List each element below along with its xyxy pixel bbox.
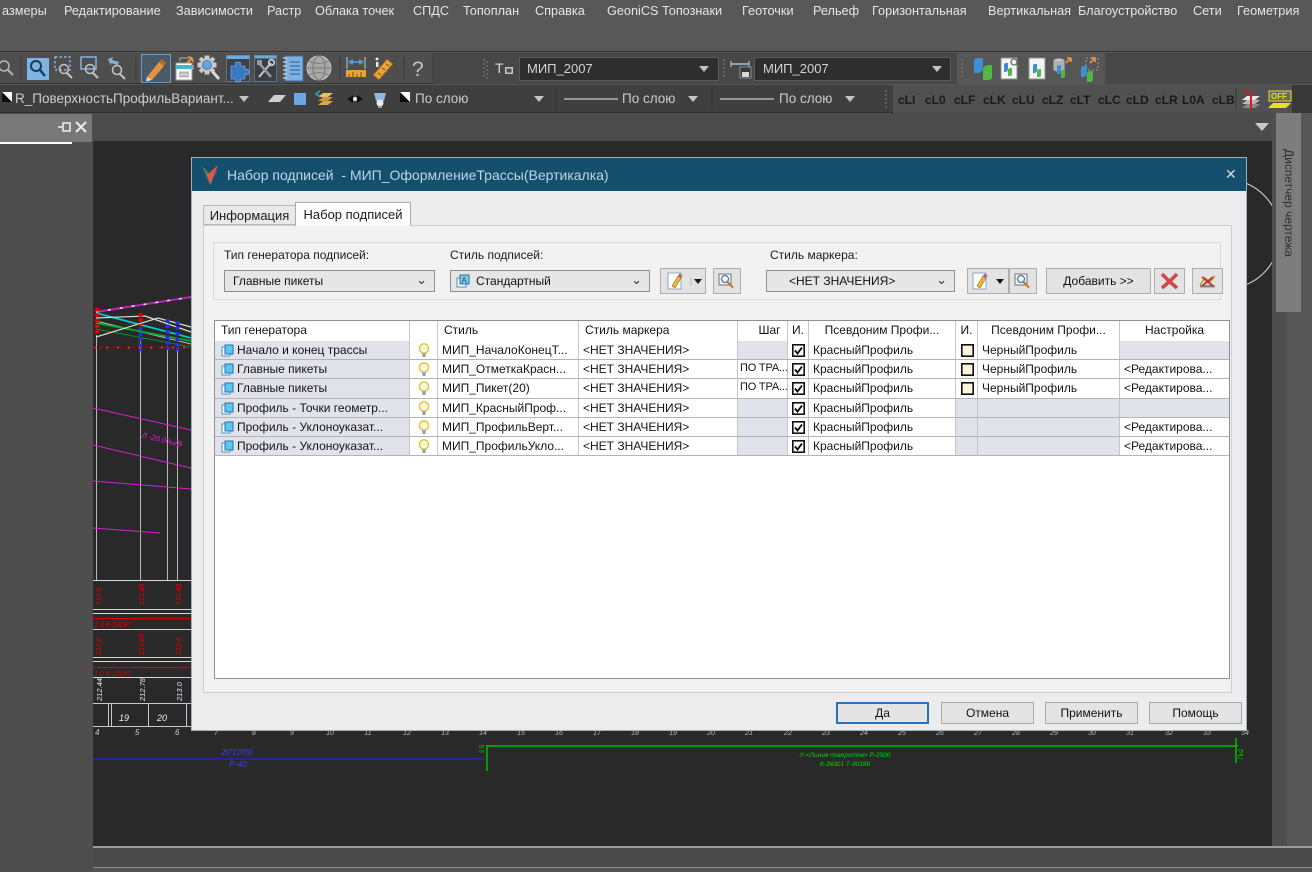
svg-text:16: 16: [555, 730, 563, 737]
svg-text:19: 19: [669, 730, 677, 737]
svg-text:10: 10: [326, 730, 334, 737]
svg-text:cLT: cLT: [1070, 93, 1091, 107]
svg-text:212.68: 212.68: [139, 583, 146, 606]
svg-text:32: 32: [1165, 730, 1173, 737]
svg-text:21: 21: [744, 730, 753, 737]
svg-text:По слою: По слою: [415, 91, 468, 106]
svg-text:213.88: 213.88: [139, 633, 146, 656]
svg-text:12: 12: [403, 730, 411, 737]
svg-text:13: 13: [441, 730, 449, 737]
svg-text:19: 19: [119, 713, 129, 723]
svg-text:22: 22: [783, 730, 792, 737]
svg-text:?: ?: [412, 58, 424, 81]
svg-text:30: 30: [1088, 730, 1096, 737]
svg-text:212.48: 212.48: [176, 583, 183, 606]
svg-text:7: 7: [214, 730, 219, 737]
svg-text:20: 20: [706, 730, 715, 737]
svg-text:Пк2: Пк2: [1239, 748, 1245, 759]
svg-text:25: 25: [897, 730, 906, 737]
svg-text:1.0 К-18097: 1.0 К-18097: [94, 671, 133, 678]
svg-text:24: 24: [859, 730, 868, 737]
svg-text:4: 4: [95, 728, 100, 737]
svg-text:11: 11: [364, 730, 371, 737]
svg-text:31: 31: [1126, 730, 1134, 737]
svg-text:A: A: [462, 276, 468, 285]
svg-text:212.78: 212.78: [138, 677, 147, 702]
svg-text:cLU: cLU: [1012, 93, 1035, 107]
svg-text:cLD: cLD: [1126, 93, 1149, 107]
svg-text:213.6: 213.6: [96, 587, 103, 606]
svg-text:OFF: OFF: [1271, 92, 1287, 101]
svg-text:29: 29: [1049, 730, 1058, 737]
svg-text:15: 15: [517, 730, 525, 737]
svg-text:cL0: cL0: [925, 93, 946, 107]
svg-text:cLI: cLI: [898, 93, 915, 107]
svg-text:МИП_2007: МИП_2007: [527, 61, 593, 76]
svg-text:18: 18: [631, 730, 639, 737]
svg-text:Р-40: Р-40: [229, 759, 247, 769]
svg-text:33: 33: [1203, 730, 1211, 737]
svg-text:14: 14: [479, 730, 487, 737]
svg-text:R_ПоверхностьПрофильВариант...: R_ПоверхностьПрофильВариант...: [15, 91, 234, 106]
svg-text:cLC: cLC: [1098, 93, 1121, 107]
svg-text:17: 17: [593, 730, 602, 737]
svg-text:213.6: 213.6: [96, 637, 103, 656]
svg-text:cLF: cLF: [954, 93, 975, 107]
svg-text:2.5: 2.5: [480, 744, 486, 753]
svg-text:9: 9: [290, 730, 294, 737]
svg-text:-Л -20.00ы/В: -Л -20.00ы/В: [139, 430, 184, 449]
svg-text:213.0: 213.0: [175, 681, 184, 702]
svg-text:8: 8: [252, 730, 256, 737]
svg-text:5: 5: [135, 728, 140, 737]
svg-text:20: 20: [156, 713, 167, 723]
svg-text:МИП_2007: МИП_2007: [763, 61, 829, 76]
svg-text:212.44: 212.44: [95, 678, 104, 702]
svg-text:К-36301 Т-90188: К-36301 Т-90188: [820, 761, 870, 768]
svg-text:cLK: cLK: [983, 93, 1006, 107]
svg-text:По слою: По слою: [622, 91, 675, 106]
svg-text:cLR: cLR: [1155, 93, 1178, 107]
svg-text:23: 23: [821, 730, 830, 737]
svg-text:34: 34: [1241, 730, 1249, 737]
svg-text:У-<Линия поворотов> Р-2500: У-<Линия поворотов> Р-2500: [799, 752, 891, 759]
svg-text:212.8: 212.8: [176, 637, 183, 656]
svg-text:26: 26: [935, 730, 944, 737]
svg-text:L0A: L0A: [1182, 93, 1205, 107]
svg-text:6: 6: [175, 728, 180, 737]
svg-text:20'10'00: 20'10'00: [220, 747, 253, 757]
svg-text:T: T: [495, 60, 504, 76]
svg-text:27: 27: [973, 730, 983, 737]
svg-text:1.0 К-18097: 1.0 К-18097: [94, 622, 133, 629]
svg-text:28: 28: [1011, 730, 1020, 737]
svg-text:cLB: cLB: [1212, 93, 1235, 107]
svg-text:По слою: По слою: [779, 91, 832, 106]
svg-text:cLZ: cLZ: [1042, 93, 1063, 107]
